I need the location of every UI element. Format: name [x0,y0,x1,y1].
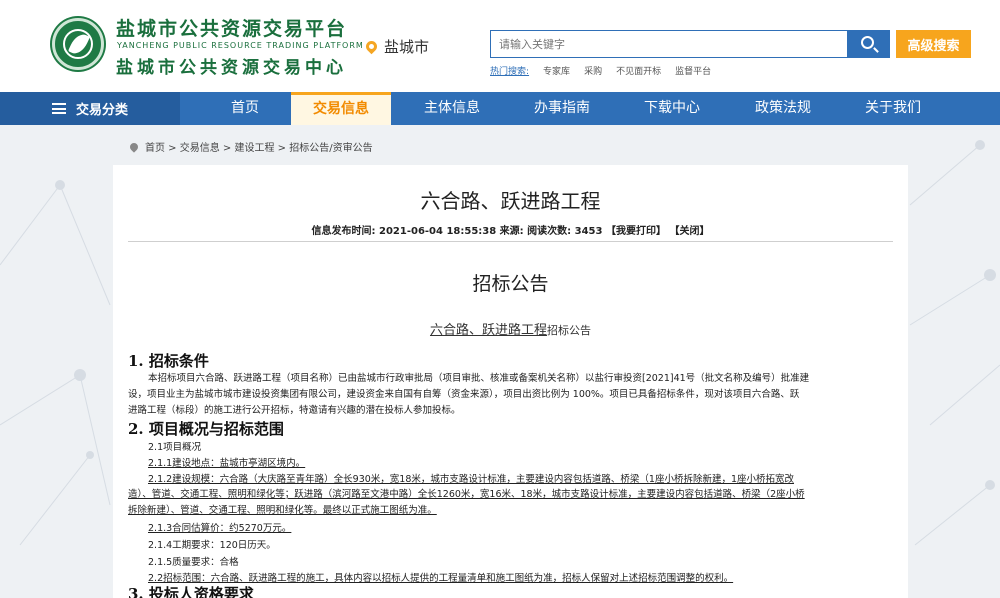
category-label: 交易分类 [75,103,128,118]
text-line: 2.1.1建设地点：盐城市亭湖区境内。 [148,458,306,469]
location-pin-icon [128,140,140,153]
article-meta: 信息发布时间: 2021-06-04 18:55:38 来源: 阅读次数: 34… [311,226,710,237]
paragraph: 本招标项目六合路、跃进路工程（项目名称）已由盐城市行政审批局（项目审批、核准或备… [148,373,810,384]
text-line: 2.1.3合同估算价：约5270万元。 [148,523,292,534]
article-card: 六合路、跃进路工程 信息发布时间: 2021-06-04 18:55:38 来源… [113,165,908,598]
search-button[interactable] [848,30,890,58]
hot-search-item[interactable]: 监督平台 [675,64,711,77]
menu-icon [51,103,66,114]
nav-item-home[interactable]: 首页 [195,92,295,125]
text-line: 2.1项目概况 [148,442,202,453]
text-line: 2.1.5质量要求：合格 [148,557,239,568]
breadcrumb-path[interactable]: 首页 > 交易信息 > 建设工程 > 招标公告/资审公告 [145,139,373,154]
notice-title: 招标公告 [472,273,549,295]
category-menu-button[interactable]: 交易分类 [0,92,180,125]
site-header: 盐城市公共资源交易平台 YANCHENG PUBLIC RESOURCE TRA… [0,0,1000,92]
city-selector[interactable]: 盐城市 [363,36,430,57]
hot-search-item[interactable]: 采购 [584,64,602,77]
section-heading: 1. 招标条件 [128,352,209,370]
nav-item-guide[interactable]: 办事指南 [512,92,612,125]
divider [128,241,893,242]
paragraph: 设，项目业主为盐城市城市建设投资集团有限公司，建设资金来自国有自筹（资金来源），… [128,389,800,400]
hot-search-item[interactable]: 不见面开标 [616,64,661,77]
nav-item-policy[interactable]: 政策法规 [733,92,833,125]
notice-project-name: 六合路、跃进路工程 [429,323,547,338]
hot-search-item[interactable]: 专家库 [543,64,570,77]
search-icon [861,36,874,49]
article-title: 六合路、跃进路工程 [420,189,601,213]
site-logo-icon[interactable] [52,18,104,70]
search-input[interactable] [490,30,848,58]
text-line: 2.1.4工期要求：120日历天。 [148,540,276,551]
text-line: 造）、管道、交通工程、照明和绿化等；跃进路（滨河路至文港中路）全长1260米，宽… [128,489,805,500]
section-heading: 2. 项目概况与招标范围 [128,420,284,438]
site-title: 盐城市公共资源交易平台 [116,18,348,40]
text-line: 2.2招标范围：六合路、跃进路工程的施工，具体内容以招标人提供的工程量清单和施工… [148,573,734,584]
main-nav: 交易分类 首页 交易信息 主体信息 办事指南 下载中心 政策法规 关于我们 [0,92,1000,125]
advanced-search-button[interactable]: 高级搜索 [896,30,971,58]
nav-item-trading-info[interactable]: 交易信息 [291,92,391,125]
text-line: 2.1.2建设规模：六合路（大庆路至青年路）全长930米，宽18米，城市支路设计… [148,474,794,485]
text-line: 拆除新建）、管道、交通工程、照明和绿化等。最终以正式施工图纸为准。 [128,505,437,516]
hot-search-label: 热门搜索: [490,67,530,77]
nav-item-about[interactable]: 关于我们 [843,92,943,125]
breadcrumb: 首页 > 交易信息 > 建设工程 > 招标公告/资审公告 [128,139,373,154]
nav-item-entity-info[interactable]: 主体信息 [402,92,502,125]
notice-suffix: 招标公告 [547,324,591,337]
site-subtitle: 盐城市公共资源交易中心 [116,58,347,78]
paragraph: 进路工程（标段）的施工进行公开招标，特邀请有兴趣的潜在投标人参加投标。 [128,405,461,416]
hot-searches: 热门搜索: 专家库 采购 不见面开标 监督平台 [490,64,711,77]
location-pin-icon [363,38,380,55]
notice-subtitle: 六合路、跃进路工程招标公告 [113,319,908,338]
site-title-english: YANCHENG PUBLIC RESOURCE TRADING PLATFOR… [117,41,364,50]
section-heading: 3. 投标人资格要求 [128,585,254,598]
city-label: 盐城市 [384,38,430,56]
nav-item-downloads[interactable]: 下载中心 [622,92,722,125]
